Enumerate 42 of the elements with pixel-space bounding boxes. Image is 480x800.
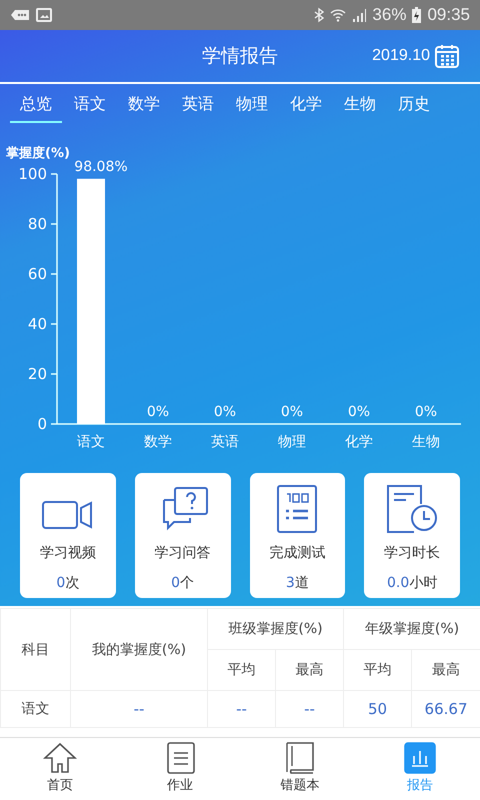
- table-header: 平均: [344, 650, 412, 690]
- stat-label: 学习视频: [40, 544, 96, 562]
- battery-percent: 36%: [372, 5, 406, 25]
- stat-value: 0.0小时: [386, 574, 438, 592]
- table-header: 年级掌握度(%): [344, 608, 480, 650]
- stat-label: 学习问答: [154, 544, 211, 562]
- value-label: 0%: [214, 404, 236, 420]
- axis-title: 掌握度(%): [6, 144, 70, 162]
- tick-label: 40: [28, 315, 47, 333]
- category-label: 物理: [278, 434, 306, 450]
- value-label: 0%: [348, 404, 370, 420]
- table-header: 最高: [276, 650, 344, 690]
- table-cell: --: [208, 690, 276, 728]
- page-title: 学情报告: [202, 44, 278, 69]
- tick-label: 20: [28, 365, 47, 383]
- stat-label: 完成测试: [269, 544, 326, 562]
- table-cell: --: [70, 690, 208, 728]
- tick-label: 100: [18, 165, 47, 183]
- category-label: 化学: [345, 434, 373, 450]
- stat-value: 0个: [171, 574, 194, 592]
- clock-time: 09:35: [427, 5, 470, 25]
- table-cell: 50: [344, 690, 412, 728]
- tick-label: 0: [37, 415, 47, 433]
- value-label: 0%: [414, 404, 438, 420]
- category-label: 英语: [211, 434, 239, 450]
- category-label: 生物: [412, 434, 440, 450]
- value-label: 98.08%: [74, 158, 128, 175]
- stat-value: 3道: [286, 574, 309, 592]
- table-header: 班级掌握度(%): [208, 608, 344, 650]
- table-cell: --: [276, 690, 344, 728]
- category-label: 语文: [77, 434, 105, 450]
- value-label: 0%: [280, 404, 304, 420]
- table-header: 科目: [0, 608, 70, 690]
- table-header: 平均: [208, 650, 276, 690]
- stat-value: 0次: [56, 574, 80, 592]
- tick-label: 60: [28, 265, 47, 283]
- value-label: 0%: [146, 404, 170, 420]
- table-header: 我的掌握度(%): [70, 608, 208, 690]
- category-label: 数学: [144, 434, 172, 450]
- tick-label: 80: [28, 215, 47, 233]
- table-cell: 语文: [0, 690, 70, 728]
- stat-label: 学习时长: [384, 544, 440, 562]
